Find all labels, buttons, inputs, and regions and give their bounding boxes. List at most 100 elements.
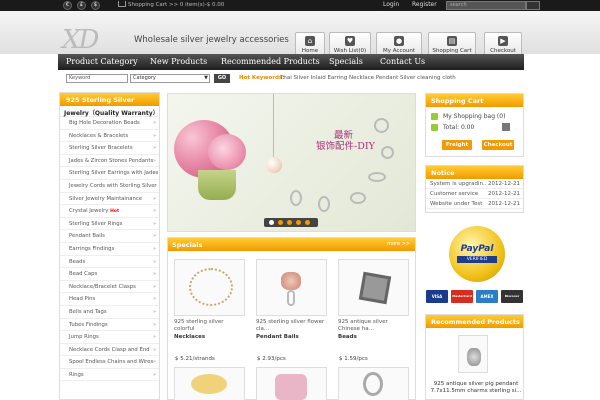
carousel-dot[interactable] [269,220,274,225]
carousel-dot[interactable] [305,220,310,225]
sidebar-item[interactable]: Head Pins» [60,293,159,306]
product-image[interactable] [256,259,327,316]
product-name[interactable]: 925 sterling silver flower cla... [256,319,327,333]
pig-pendant-image [467,348,481,366]
home-icon: ⌂ [305,36,315,46]
currency-pound-button[interactable]: £ [77,1,86,10]
pearl-pendant-image [266,157,282,173]
register-link[interactable]: Register [412,1,437,8]
bead-image [358,271,392,305]
sidebar-item[interactable]: Jewelry Cords with Sterling Silver» [60,180,159,193]
sidebar-item[interactable]: Big Hole Decoration Beads» [60,117,159,130]
product-card[interactable]: 925 sterling silver colorful Necklaces $… [174,259,245,362]
nav-contact-us[interactable]: Contact Us [380,57,425,66]
sidebar-title: 925 Sterling Silver [60,93,159,106]
silver-charm-image [363,372,383,396]
product-card[interactable]: 925 antique silver Chinese ha... Beads $… [338,259,409,362]
product-image[interactable] [174,367,245,400]
sidebar-item[interactable]: Earrings Findings» [60,243,159,256]
recommended-product-name[interactable]: 925 antique silver pig pendant 7.7x11.5m… [428,381,524,395]
product-image[interactable] [338,367,409,400]
sidebar-item[interactable]: Bead Caps» [60,268,159,281]
nav-recommended-products[interactable]: Recommended Products [221,57,320,66]
chevron-right-icon: » [152,283,156,290]
currency-dollar-button[interactable]: $ [91,1,100,10]
sidebar-item[interactable]: Tubes Findings» [60,319,159,332]
hot-keywords-links[interactable]: Thai Silver Inlaid Earring Necklace Pend… [280,75,456,81]
notice-title: Notice [426,166,523,179]
carousel-dot[interactable] [287,220,292,225]
nav-new-products[interactable]: New Products [150,57,207,66]
sidebar-item[interactable]: Necklace Cords Clasp and End» [60,344,159,357]
product-category: Necklaces [174,334,206,340]
specials-panel: Specials more >> 925 sterling silver col… [167,237,416,400]
sidebar-item[interactable]: Pendant Bails» [60,230,159,243]
sidebar-item[interactable]: Sterling Silver Rings» [60,218,159,231]
minimize-icon[interactable] [502,123,510,131]
product-price: $ 5.21/strands [175,356,215,362]
flower-clasp-image [281,272,301,290]
cart-checkout-button[interactable]: Checkout [482,140,514,150]
chevron-right-icon: » [152,208,156,215]
currency-euro-button[interactable]: € [63,1,72,10]
search-icon[interactable] [526,1,540,10]
checkout-icon: ▶ [498,36,508,46]
carousel-dot[interactable] [296,220,301,225]
freight-button[interactable]: Freight [442,140,472,150]
top-cart-text: Shopping Cart >> 0 item(s)-$ 0.00 [128,2,225,8]
sidebar-item[interactable]: Beads» [60,256,159,269]
chevron-right-icon: » [152,245,156,252]
cart-icon [118,1,126,7]
chevron-down-icon: ▼ [204,75,208,81]
bag-icon [431,113,438,120]
chevron-right-icon: » [152,220,156,227]
product-image[interactable] [174,259,245,316]
product-image[interactable] [338,259,409,316]
nav-specials[interactable]: Specials [329,57,363,66]
sidebar-item[interactable]: Rings» [60,369,159,382]
chevron-right-icon: » [152,195,156,202]
product-name[interactable]: 925 antique silver Chinese ha... [338,319,409,333]
cart-bag-row[interactable]: My Shopping bag (0) [426,111,523,122]
sidebar-item[interactable]: Necklace/Bracelet Clasps» [60,281,159,294]
top-search-input[interactable]: search [446,1,526,10]
nav-product-category[interactable]: Product Category [66,57,138,66]
hot-keywords-label: Hot Keywords: [239,75,285,81]
product-image[interactable] [256,367,327,400]
earring-image [290,190,302,206]
category-select[interactable]: Category ▼ [130,74,210,83]
notice-row[interactable]: System is upgradin... 2012-12-21 [426,179,523,189]
sidebar-item[interactable]: Sterling Silver Bracelets» [60,142,159,155]
keyword-input[interactable]: Keyword [66,74,128,83]
more-link[interactable]: more >> [387,241,410,247]
logo[interactable]: XD [62,25,99,55]
product-card[interactable]: 925 sterling silver flower cla... Pendan… [256,259,327,362]
sidebar-item[interactable]: Jades & Zircon Stones Pendants» [60,155,159,168]
login-link[interactable]: Login [383,1,399,8]
sidebar-item[interactable]: Jump Rings» [60,331,159,344]
sidebar-item[interactable]: Sterling Silver Earrings with Jades» [60,167,159,180]
payment-cards: VISA MasterCard AMEX Discover [425,290,524,306]
sidebar-item[interactable]: Silver Jewelry Maintainance» [60,193,159,206]
header: XD Wholesale silver jewelry accessories … [0,11,600,59]
paypal-verified-badge: PayPal VERIFIED [449,226,505,282]
cart-total-row: Total: 0.00 [426,122,523,133]
sidebar-item[interactable]: Necklaces & Bracelets» [60,130,159,143]
coin-icon [431,124,438,131]
recommended-product-image[interactable] [458,335,488,373]
chevron-right-icon: » [152,132,156,139]
top-cart-summary[interactable]: Shopping Cart >> 0 item(s)-$ 0.00 [118,1,224,8]
carousel-dot[interactable] [278,220,283,225]
notice-row[interactable]: Customer service 2012-12-21 [426,189,523,199]
tagline: Wholesale silver jewelry accessories [134,35,289,45]
sidebar-item[interactable]: Spool Endless Chains and Wires» [60,356,159,369]
go-button[interactable]: GO [214,74,230,83]
sidebar-highlight-link[interactable]: Jewelry（Quality Warranty） [60,106,159,117]
promo-banner[interactable]: 最新 银饰配件-DIY [167,93,416,232]
sidebar-item[interactable]: Bells and Tags» [60,306,159,319]
cart-icon: ▤ [447,36,457,46]
product-name[interactable]: 925 sterling silver colorful [174,319,245,333]
notice-row[interactable]: Website under Test 2012-12-21 [426,199,523,209]
sidebar-item[interactable]: Crystal Jewelry Hot» [60,205,159,218]
chevron-right-icon: » [152,296,156,303]
